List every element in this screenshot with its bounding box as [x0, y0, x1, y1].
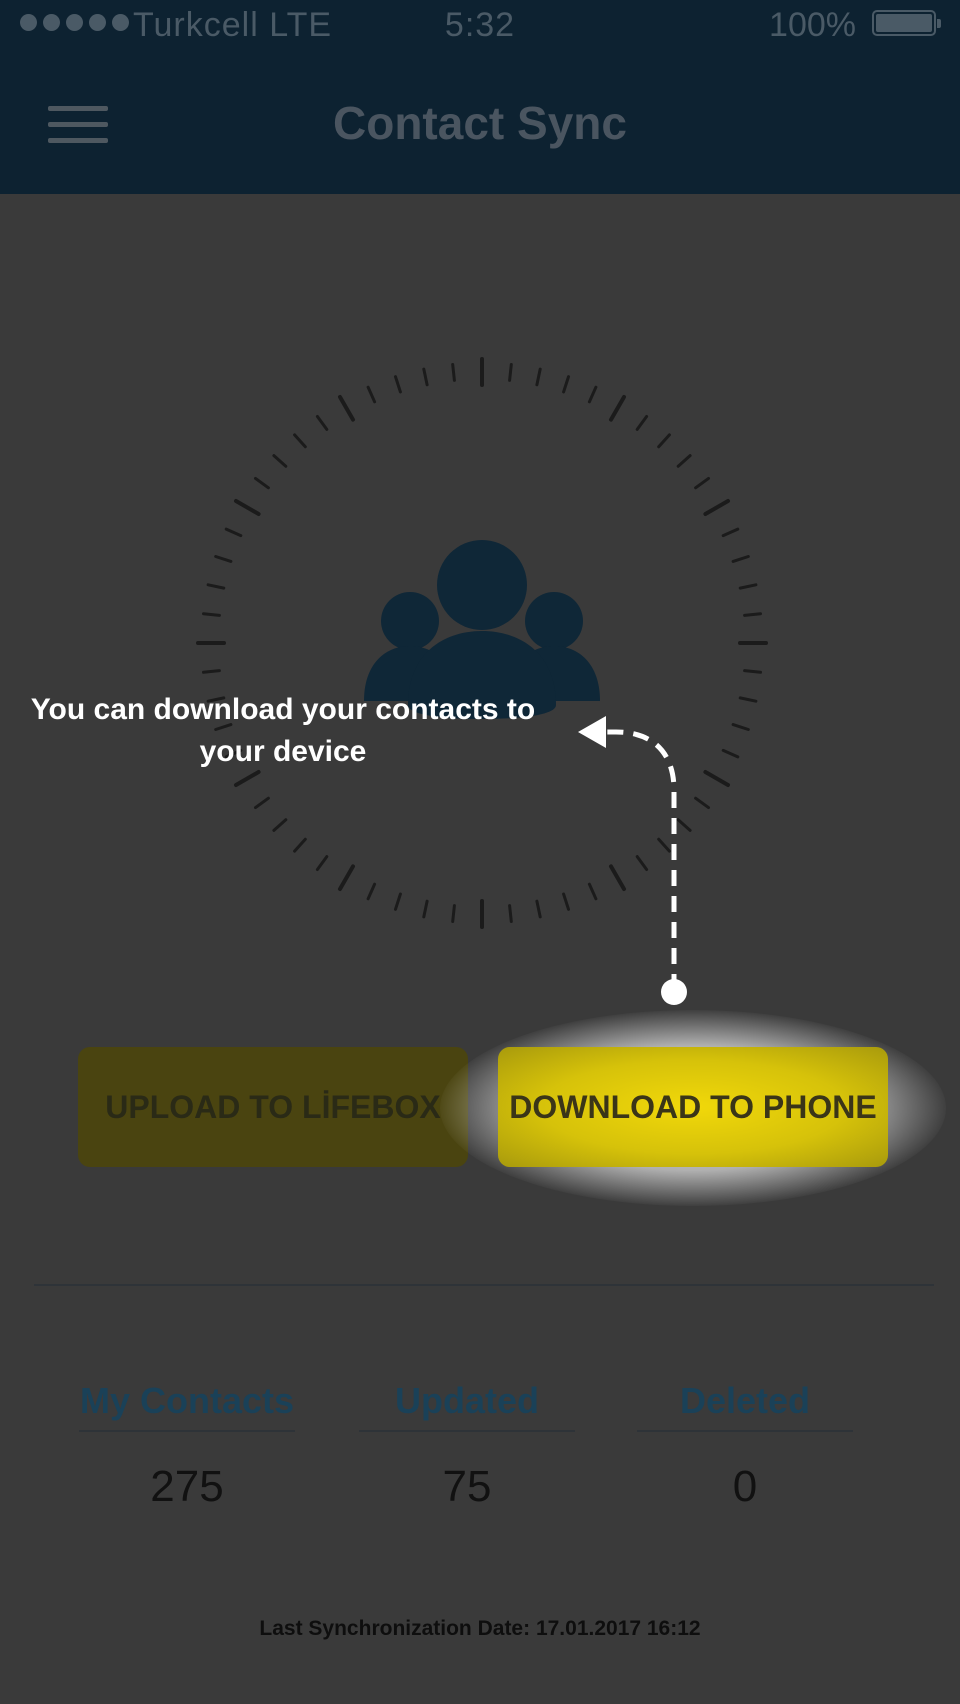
dial-tick [338, 864, 355, 891]
dashed-arrow-icon [578, 716, 687, 1005]
download-to-phone-button[interactable]: DOWNLOAD TO PHONE [498, 1047, 888, 1167]
dial-tick [202, 612, 221, 617]
dial-tick [635, 415, 649, 431]
dial-tick [394, 892, 402, 911]
dial-tick [587, 385, 598, 404]
stat-value: 0 [732, 1462, 758, 1511]
app-bar: Contact Sync [0, 56, 960, 194]
dial-tick [315, 415, 329, 431]
stat-deleted: Deleted 0 [637, 1380, 853, 1512]
dial-tick [657, 433, 671, 449]
dial-tick [293, 837, 307, 853]
dial-tick [743, 669, 762, 674]
dial-tick [694, 476, 710, 490]
dial-tick [609, 395, 626, 422]
dial-tick [202, 669, 221, 674]
dial-tick [224, 527, 243, 538]
dial-tick [703, 770, 730, 787]
dial-tick [394, 375, 402, 394]
dial-tick [315, 855, 329, 871]
coach-mark-text: You can download your contacts to your d… [30, 693, 536, 768]
upload-to-lifebox-button[interactable]: UPLOAD TO LİFEBOX [78, 1047, 468, 1167]
dial-tick [206, 583, 226, 590]
dial-tick [254, 796, 270, 810]
battery-percent: 100% [769, 6, 856, 44]
dial-tick [234, 770, 261, 787]
stat-value: 75 [442, 1462, 492, 1511]
dial-tick [738, 696, 758, 703]
dial-tick [738, 583, 758, 590]
dial-tick [272, 818, 288, 832]
dial-tick [272, 454, 288, 468]
dial-tick [366, 882, 377, 901]
dial-tick [743, 612, 762, 617]
dial-tick [721, 527, 740, 538]
dial-tick [422, 367, 429, 387]
stat-updated: Updated 75 [359, 1380, 575, 1512]
battery-icon [872, 10, 941, 36]
dial-tick [293, 433, 307, 449]
dial-tick [214, 555, 233, 563]
dial-tick [676, 454, 692, 468]
dial-tick [535, 367, 542, 387]
status-bar: Turkcell LTE 5:32 100% [0, 0, 960, 56]
dial-tick [254, 476, 270, 490]
dial-tick [338, 395, 355, 422]
stat-label: Deleted [637, 1380, 853, 1432]
dial-tick [562, 892, 570, 911]
divider [34, 1284, 934, 1286]
last-sync-date: Last Synchronization Date: 17.01.2017 16… [259, 1617, 701, 1640]
stat-label: My Contacts [79, 1380, 295, 1432]
stat-label: Updated [359, 1380, 575, 1432]
dial-tick [731, 723, 750, 731]
dial-tick [234, 499, 261, 516]
stat-value: 275 [150, 1462, 224, 1511]
dial-tick [731, 555, 750, 563]
dial-tick [451, 363, 456, 382]
dial-tick [366, 385, 377, 404]
dial-tick [694, 796, 710, 810]
page-title: Contact Sync [333, 97, 627, 149]
dial-tick [422, 899, 429, 919]
dial-tick [535, 899, 542, 919]
dial-tick [703, 499, 730, 516]
dial-tick [508, 363, 513, 382]
stat-my-contacts: My Contacts 275 [79, 1380, 295, 1512]
dial-tick [562, 375, 570, 394]
dial-tick [508, 904, 513, 923]
dial-tick [451, 904, 456, 923]
dial-tick [721, 748, 740, 759]
